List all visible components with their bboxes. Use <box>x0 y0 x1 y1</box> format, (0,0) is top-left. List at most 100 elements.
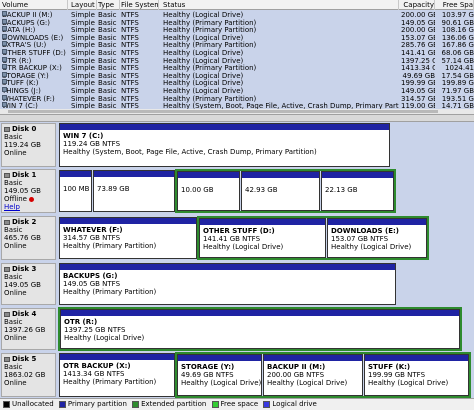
pane-splitter[interactable] <box>0 114 474 122</box>
disk-size: 149.05 GB <box>4 281 41 289</box>
volume-icon <box>2 18 7 24</box>
legend: Unallocated Primary partition Extended p… <box>0 398 474 410</box>
partition-stuff-k[interactable]: STUFF (K:) 199.99 GB NTFS Healthy (Logic… <box>364 354 469 396</box>
volume-icon <box>2 102 7 108</box>
partition-title: OTR BACKUP (X:) <box>63 362 131 370</box>
partition-title: STORAGE (Y:) <box>181 363 235 371</box>
volume-icon <box>2 33 7 39</box>
partition-status: Healthy (Primary Partition) <box>63 288 157 296</box>
column-header-status[interactable]: Status <box>163 0 399 10</box>
disk-2-label[interactable]: Disk 2 Basic 465.76 GB Online <box>1 216 56 260</box>
disk-size: 149.05 GB <box>4 187 41 195</box>
legend-swatch <box>132 400 140 408</box>
partition-status: Healthy (Logical Drive) <box>181 379 262 387</box>
disk-size: 465.76 GB <box>4 234 41 242</box>
partition-size: 200.00 GB NTFS <box>267 371 325 379</box>
help-link[interactable]: Help <box>4 203 53 211</box>
column-header-file-system[interactable]: File System <box>121 0 159 10</box>
legend-item-free-space: Free space <box>211 399 258 410</box>
partition-title: WIN 7 (C:) <box>63 132 104 140</box>
disk-3-label[interactable]: Disk 3 Basic 149.05 GB Online <box>1 263 56 305</box>
disk-1-label[interactable]: Disk 1 Basic 149.05 GB Offline Help <box>1 169 56 213</box>
disk-icon <box>4 126 10 132</box>
disk-4-label[interactable]: Disk 4 Basic 1397.26 GB Online <box>1 308 56 350</box>
partition-size: 1397.25 GB NTFS <box>64 326 126 334</box>
volume-icon <box>2 79 7 85</box>
partition-title: BACKUP II (M:) <box>267 363 326 371</box>
partition-title: OTHER STUFF (D:) <box>203 227 275 235</box>
partition-size: 199.99 GB NTFS <box>368 371 426 379</box>
disk-size: 119.24 GB <box>4 141 41 149</box>
partition-10gb[interactable]: 10.00 GB <box>177 171 240 211</box>
volume-icon <box>2 49 7 54</box>
partition-size: 149.05 GB NTFS <box>63 280 121 288</box>
partition-other-stuff-d[interactable]: OTHER STUFF (D:) 141.41 GB NTFS Healthy … <box>199 218 326 258</box>
partition-size: 42.93 GB <box>245 186 278 194</box>
volume-list: Volume Layout Type File System Status Ca… <box>0 0 474 114</box>
volume-icon <box>2 87 7 92</box>
partition-downloads-e[interactable]: DOWNLOADS (E:) 153.07 GB NTFS Healthy (L… <box>327 218 427 258</box>
partition-100mb[interactable]: 100 MB <box>59 170 92 212</box>
column-header-volume[interactable]: Volume <box>2 0 68 10</box>
partition-size: 22.13 GB <box>325 186 358 194</box>
disk-status: Offline <box>4 195 27 203</box>
partition-status: Healthy (Logical Drive) <box>331 243 412 251</box>
partition-size: 73.89 GB <box>97 185 130 193</box>
disk-size: 1397.26 GB <box>4 326 46 334</box>
disk-5-label[interactable]: Disk 5 Basic 1863.02 GB Online <box>1 353 56 397</box>
partition-backup-ii-m[interactable]: BACKUP II (M:) 200.00 GB NTFS Healthy (L… <box>263 354 363 396</box>
disk-status: Online <box>4 149 27 157</box>
partition-size: 153.07 GB NTFS <box>331 235 389 243</box>
partition-backups-g[interactable]: BACKUPS (G:) 149.05 GB NTFS Healthy (Pri… <box>59 263 396 305</box>
partition-status: Healthy (Logical Drive) <box>203 243 284 251</box>
partition-status: Healthy (Logical Drive) <box>64 334 145 342</box>
partition-title: STUFF (K:) <box>368 363 411 371</box>
disk-type: Basic <box>4 363 23 371</box>
disk-graphical-view: Disk 0 Basic 119.24 GB Online WIN 7 (C:)… <box>0 122 474 398</box>
disk-type: Basic <box>4 273 23 281</box>
volume-icon <box>2 94 7 100</box>
partition-otr-r[interactable]: OTR (R:) 1397.25 GB NTFS Healthy (Logica… <box>60 309 460 349</box>
disk-name: Disk 5 <box>12 355 37 363</box>
partition-size: 10.00 GB <box>181 186 214 194</box>
partition-title: WHATEVER (F:) <box>63 226 123 234</box>
column-header-type[interactable]: Type <box>98 0 120 10</box>
legend-item-primary: Primary partition <box>58 399 127 410</box>
volume-icon <box>2 26 7 32</box>
partition-status: Healthy (Primary Partition) <box>63 242 157 250</box>
disk-name: Disk 1 <box>12 171 37 179</box>
partition-42gb[interactable]: 42.93 GB <box>241 171 320 211</box>
partition-size: 314.57 GB NTFS <box>63 234 121 242</box>
partition-22gb[interactable]: 22.13 GB <box>321 171 394 211</box>
legend-item-unallocated: Unallocated <box>3 399 54 410</box>
partition-size: 49.69 GB NTFS <box>181 371 234 379</box>
scrollbar-thumb[interactable] <box>8 110 438 113</box>
volume-icon <box>2 11 7 16</box>
warning-icon <box>28 196 34 202</box>
volume-icon <box>2 56 7 62</box>
partition-win7-c[interactable]: WIN 7 (C:) 119.24 GB NTFS Healthy (Syste… <box>59 123 390 167</box>
volume-icon <box>2 71 7 77</box>
disk-icon <box>4 219 10 225</box>
legend-item-extended: Extended partition <box>132 399 206 410</box>
volume-list-header: Volume Layout Type File System Status Ca… <box>0 0 474 10</box>
column-header-layout[interactable]: Layout <box>71 0 97 10</box>
legend-swatch <box>211 400 219 408</box>
partition-title: BACKUPS (G:) <box>63 272 118 280</box>
disk-type: Basic <box>4 133 23 141</box>
partition-whatever-f[interactable]: WHATEVER (F:) 314.57 GB NTFS Healthy (Pr… <box>59 217 197 259</box>
disk-0-label[interactable]: Disk 0 Basic 119.24 GB Online <box>1 123 56 167</box>
partition-otr-backup-x[interactable]: OTR BACKUP (X:) 1413.34 GB NTFS Healthy … <box>59 353 175 397</box>
disk-icon <box>4 311 10 317</box>
volume-icon <box>2 41 7 47</box>
partition-storage-y[interactable]: STORAGE (Y:) 49.69 GB NTFS Healthy (Logi… <box>177 354 262 396</box>
column-header-capacity[interactable]: Capacity <box>401 0 435 10</box>
partition-73gb[interactable]: 73.89 GB <box>93 170 175 212</box>
partition-status: Healthy (Primary Partition) <box>63 378 157 386</box>
partition-status: Healthy (Logical Drive) <box>267 379 348 387</box>
column-header-free-space[interactable]: Free Spa <box>440 0 474 10</box>
disk-status: Online <box>4 334 27 342</box>
legend-item-logical: Logical drive <box>263 399 317 410</box>
disk-type: Basic <box>4 318 23 326</box>
partition-size: 100 MB <box>63 185 90 193</box>
